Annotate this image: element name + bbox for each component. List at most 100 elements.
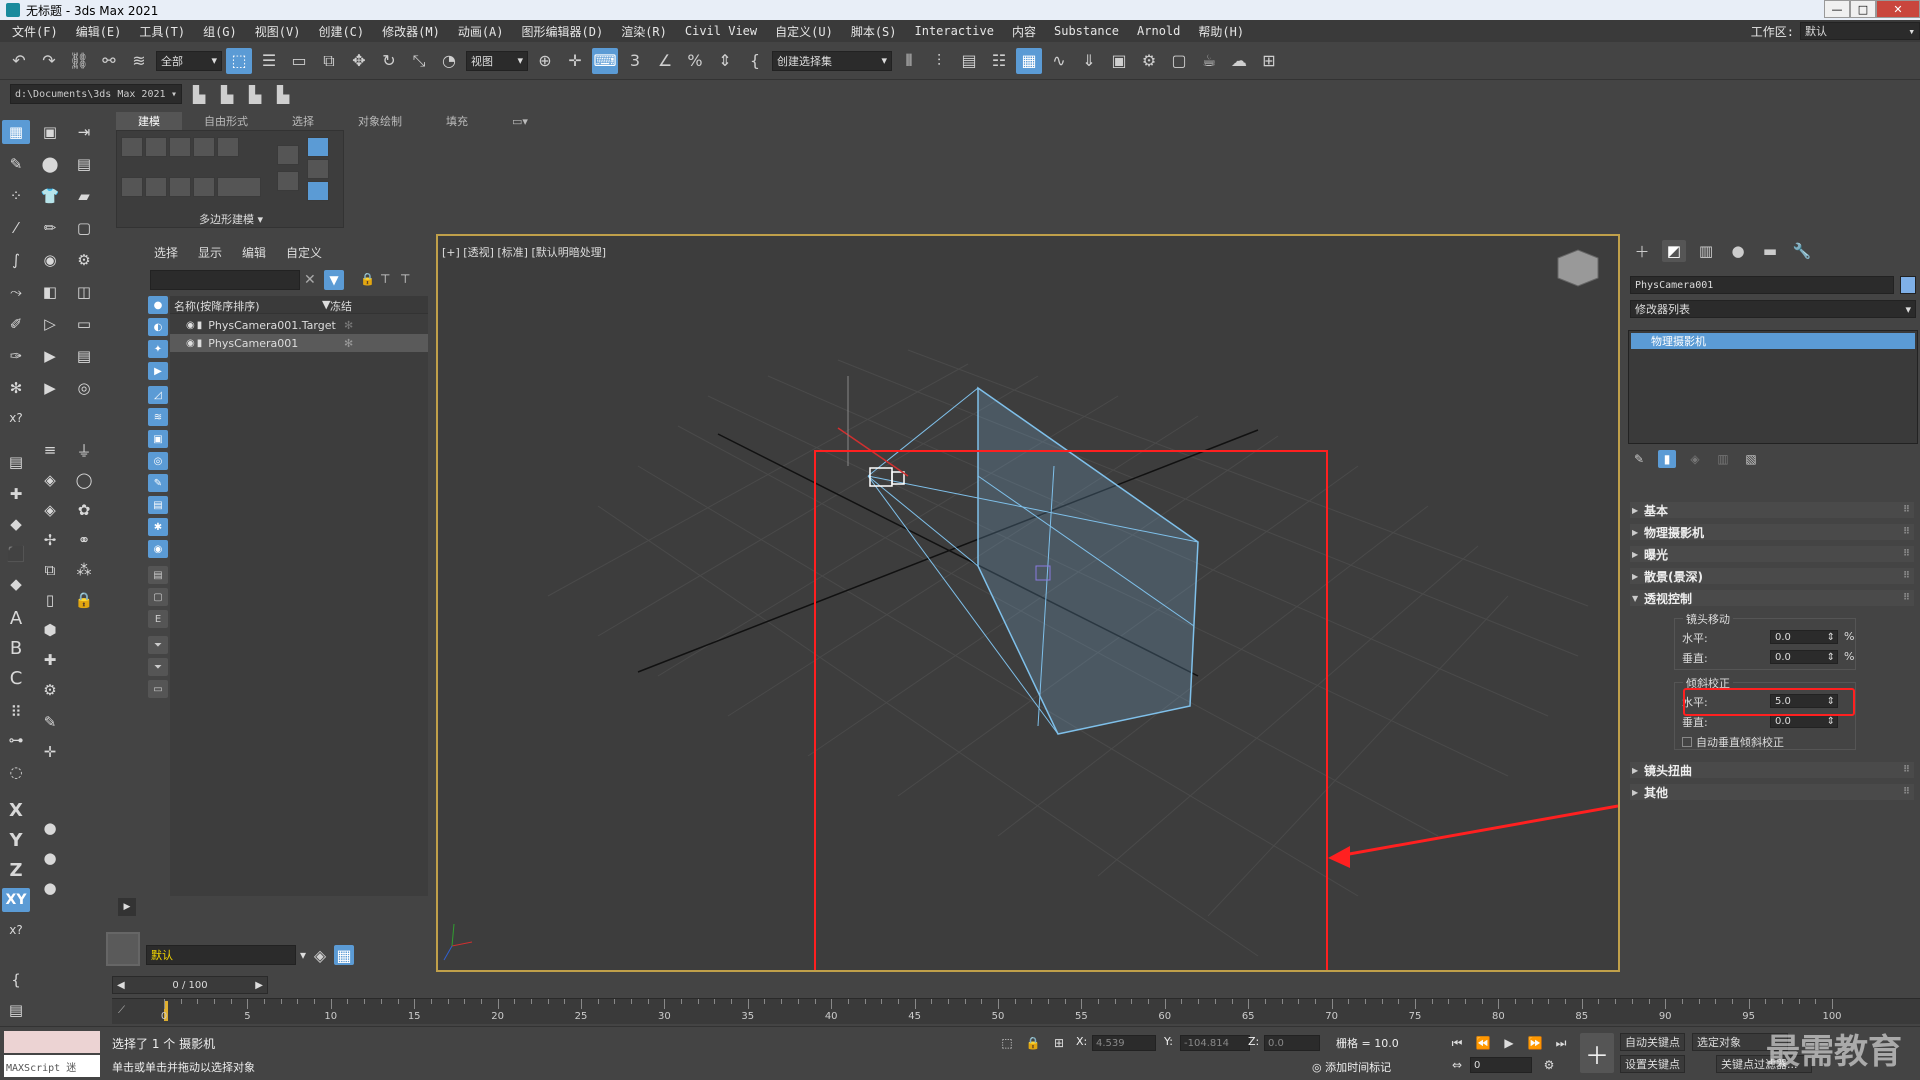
- link-grey-icon[interactable]: ⚭: [70, 528, 98, 552]
- window-crossing-icon[interactable]: ⧉: [316, 48, 342, 74]
- ribbon-btn-7[interactable]: [277, 171, 299, 191]
- ribbon-btn-13[interactable]: [307, 137, 329, 157]
- pin-stack-icon[interactable]: ✎: [1630, 450, 1648, 468]
- ribbon-btn-4[interactable]: [193, 137, 215, 157]
- menu-animation[interactable]: 动画(A): [449, 23, 513, 40]
- axis-x-icon[interactable]: X: [2, 798, 30, 822]
- current-frame-field[interactable]: 0: [1470, 1057, 1532, 1073]
- layer-grey-icon[interactable]: ◫: [70, 280, 98, 304]
- display-all-icon[interactable]: ▤: [148, 566, 168, 584]
- filter-funnel-icon[interactable]: ⏷: [148, 636, 168, 654]
- xq-icon[interactable]: x?: [2, 406, 30, 430]
- clear-search-icon[interactable]: ✕: [304, 272, 316, 288]
- view-icon[interactable]: ◧: [36, 280, 64, 304]
- perspective-viewport[interactable]: [+] [透视] [标准] [默认明暗处理]: [436, 234, 1620, 972]
- brush-icon[interactable]: ⁄: [2, 216, 30, 240]
- ribbon-options-icon[interactable]: ▭▾: [490, 112, 550, 130]
- box-icon[interactable]: ▢: [70, 216, 98, 240]
- layers-blue-icon[interactable]: ◆: [2, 572, 30, 596]
- dotted-a-icon[interactable]: ⠿: [2, 700, 30, 724]
- minimize-button[interactable]: —: [1824, 0, 1850, 18]
- move-icon[interactable]: ✥: [346, 48, 372, 74]
- absolute-mode-icon[interactable]: ⊞: [1050, 1035, 1068, 1051]
- ring-icon[interactable]: ◯: [70, 468, 98, 492]
- freeze-icon[interactable]: ✻: [344, 319, 353, 332]
- selection-lock-icon[interactable]: 🔒: [1024, 1035, 1042, 1051]
- expand-arrow-icon[interactable]: ▶: [118, 898, 136, 916]
- ribbon-tab-object-paint[interactable]: 对象绘制: [336, 112, 424, 130]
- menu-modifiers[interactable]: 修改器(M): [373, 23, 449, 40]
- xq2-icon[interactable]: x?: [2, 918, 30, 942]
- list-icon[interactable]: ▤: [2, 450, 30, 474]
- dots-icon[interactable]: ⁘: [2, 184, 30, 208]
- configure-sets-icon[interactable]: ▧: [1742, 450, 1760, 468]
- rollout-physical-camera[interactable]: ▶ 物理摄影机 ⠿: [1630, 524, 1914, 540]
- cross-grey-icon[interactable]: ✛: [36, 740, 64, 764]
- curve-editor-icon[interactable]: ∿: [1046, 48, 1072, 74]
- workspace-dropdown[interactable]: 默认 ▾: [1800, 22, 1920, 40]
- remove-modifier-icon[interactable]: ▥: [1714, 450, 1732, 468]
- column-name[interactable]: 名称(按降序排序): [174, 298, 260, 314]
- explorer-tab-display[interactable]: 显示: [198, 244, 222, 261]
- filter-camera-icon[interactable]: ▶: [148, 362, 168, 380]
- menu-content[interactable]: 内容: [1003, 23, 1045, 40]
- ribbon-btn-1[interactable]: [121, 137, 143, 157]
- explorer-row[interactable]: ◉ ▮ PhysCamera001.Target ✻: [170, 316, 428, 334]
- unlink-icon[interactable]: ⚯: [96, 48, 122, 74]
- explorer-tab-edit[interactable]: 编辑: [242, 244, 266, 261]
- briefcase-icon[interactable]: ▰: [70, 184, 98, 208]
- snaps-toggle-icon[interactable]: 3: [622, 48, 648, 74]
- play-icon[interactable]: ▷: [36, 312, 64, 336]
- ribbon-btn-3[interactable]: [169, 137, 191, 157]
- rollout-misc[interactable]: ▶ 其他 ⠿: [1630, 784, 1914, 800]
- time-slider[interactable]: ◀ 0 / 100 ▶: [112, 976, 268, 994]
- filter-container-icon[interactable]: ▤: [148, 496, 168, 514]
- menu-tools[interactable]: 工具(T): [130, 23, 194, 40]
- tilt-v-spinner[interactable]: 0.0 ⇕: [1770, 714, 1838, 728]
- make-unique-icon[interactable]: ◈: [1686, 450, 1704, 468]
- rotate-icon[interactable]: ↻: [376, 48, 402, 74]
- menu-arnold[interactable]: Arnold: [1128, 24, 1189, 38]
- eye-icon[interactable]: ◉: [186, 338, 195, 349]
- open-project-icon[interactable]: ▙: [216, 81, 238, 107]
- maximize-button[interactable]: □: [1850, 0, 1876, 18]
- curve-toggle-icon[interactable]: ⟋: [118, 1005, 125, 1016]
- filter-icon[interactable]: ▼: [324, 270, 344, 290]
- ribbon-btn-12[interactable]: [217, 177, 261, 197]
- axis-xy-icon[interactable]: XY: [2, 888, 30, 912]
- lens-shift-h-spinner[interactable]: 0.0 ⇕: [1770, 630, 1838, 644]
- filter-geometry-icon[interactable]: ●: [148, 296, 168, 314]
- ribbon-btn-5[interactable]: [217, 137, 239, 157]
- render-setup-icon[interactable]: ⚙: [1136, 48, 1162, 74]
- set-key-button[interactable]: 设置关键点: [1620, 1055, 1685, 1073]
- pivot-center-icon[interactable]: ⊕: [532, 48, 558, 74]
- box-cursor-icon[interactable]: ⬛: [2, 542, 30, 566]
- ribbon-tab-modeling[interactable]: 建模: [116, 112, 182, 130]
- scope-icon[interactable]: ◎: [70, 376, 98, 400]
- filter-spacewarp-icon[interactable]: ≋: [148, 408, 168, 426]
- scene-explorer-mode-icon[interactable]: ▦: [334, 945, 355, 965]
- folder-grey-icon[interactable]: ▤: [70, 344, 98, 368]
- time-config-icon[interactable]: ⚙: [1540, 1057, 1558, 1073]
- move-layer-icon[interactable]: ✢: [36, 528, 64, 552]
- paint-icon[interactable]: ⬤: [36, 152, 64, 176]
- stack-icon[interactable]: ▤: [70, 152, 98, 176]
- text-a-icon[interactable]: A: [2, 606, 30, 630]
- ribbon-btn-2[interactable]: [145, 137, 167, 157]
- stack-item-physical-camera[interactable]: 物理摄影机: [1631, 333, 1915, 349]
- viewcube[interactable]: [1557, 249, 1599, 287]
- close-button[interactable]: ✕: [1876, 0, 1920, 18]
- flower-icon[interactable]: ✿: [70, 498, 98, 522]
- eye-icon[interactable]: ◉: [186, 320, 195, 331]
- brace-icon[interactable]: {: [2, 968, 30, 992]
- explorer-toggle-icon[interactable]: [106, 932, 140, 966]
- viewport-layout-icon[interactable]: ▣: [36, 120, 64, 144]
- filter-helper-icon[interactable]: ◿: [148, 386, 168, 404]
- filter-bone-icon[interactable]: ✎: [148, 474, 168, 492]
- percent-snap-icon[interactable]: %: [682, 48, 708, 74]
- wrench-grey-icon[interactable]: ✎: [36, 710, 64, 734]
- menu-scripting[interactable]: 脚本(S): [842, 23, 906, 40]
- circle2-icon[interactable]: ●: [36, 846, 64, 870]
- lines-icon[interactable]: ≡: [36, 438, 64, 462]
- auto-key-button[interactable]: 自动关键点: [1620, 1033, 1685, 1051]
